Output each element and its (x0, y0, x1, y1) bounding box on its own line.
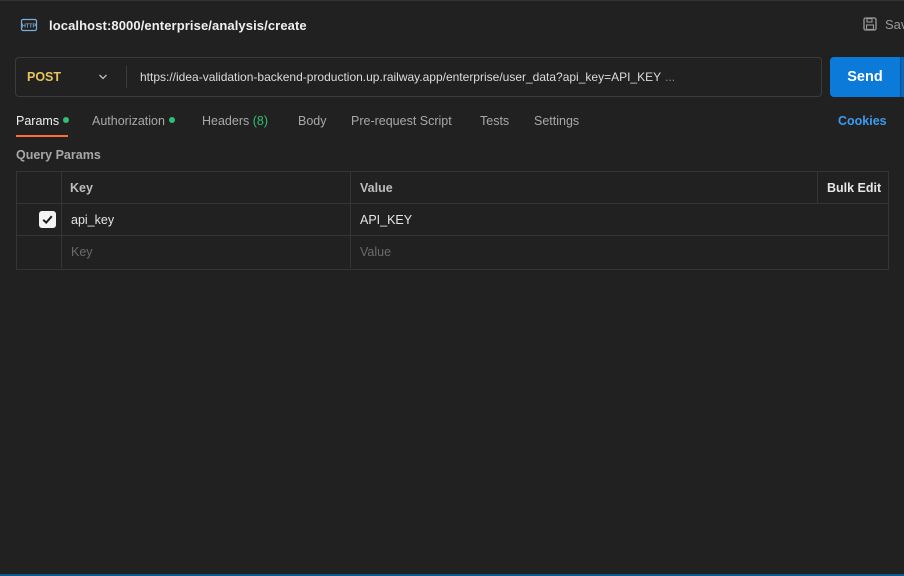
tab-params[interactable]: Params (16, 114, 70, 128)
tab-authorization-label: Authorization (92, 114, 165, 128)
send-options-button[interactable] (900, 57, 904, 97)
column-divider (61, 236, 62, 268)
tab-settings[interactable]: Settings (534, 114, 579, 128)
tab-authorization[interactable]: Authorization (92, 114, 175, 128)
column-divider (350, 204, 351, 235)
method-label: POST (27, 70, 62, 84)
cookies-link[interactable]: Cookies (838, 114, 887, 128)
params-status-dot (63, 117, 70, 123)
tab-tests[interactable]: Tests (480, 114, 509, 128)
request-title[interactable]: localhost:8000/enterprise/analysis/creat… (49, 18, 307, 33)
column-divider (350, 236, 351, 268)
chevron-down-icon[interactable] (98, 73, 108, 81)
svg-text:HTTP: HTTP (22, 24, 37, 30)
save-icon (863, 17, 877, 31)
tab-body[interactable]: Body (298, 114, 327, 128)
url-overflow: ... (665, 70, 676, 84)
method-select[interactable]: POST (16, 58, 126, 96)
tab-params-label: Params (16, 114, 60, 128)
tab-pre-request-script[interactable]: Pre-request Script (351, 114, 452, 128)
save-label: Save (885, 16, 904, 32)
column-header-value: Value (360, 181, 393, 195)
check-icon (42, 215, 53, 225)
request-editor: HTTP localhost:8000/enterprise/analysis/… (0, 0, 904, 576)
column-divider (817, 172, 818, 203)
table-row: api_key API_KEY (17, 204, 888, 236)
http-icon: HTTP (20, 18, 38, 32)
column-header-key: Key (70, 181, 93, 195)
authorization-status-dot (168, 117, 175, 123)
param-value-cell[interactable]: API_KEY (360, 213, 412, 227)
active-tab-indicator (16, 135, 68, 137)
tab-headers[interactable]: Headers (8) (202, 114, 268, 128)
tab-headers-label: Headers (202, 114, 250, 128)
table-header-row: Key Value Bulk Edit (17, 172, 888, 204)
query-params-title: Query Params (16, 148, 101, 162)
request-title-bar: HTTP localhost:8000/enterprise/analysis/… (0, 1, 904, 51)
params-table: Key Value Bulk Edit api_key API_KEY Key … (16, 171, 889, 270)
url-bar: POST https://idea-validation-backend-pro… (15, 57, 822, 97)
new-key-input[interactable]: Key (71, 245, 93, 259)
url-value: https://idea-validation-backend-producti… (140, 70, 662, 84)
request-tabs: Params Authorization Headers (8) Body Pr… (0, 107, 904, 137)
column-divider (61, 204, 62, 235)
column-divider (61, 172, 62, 203)
url-input[interactable]: https://idea-validation-backend-producti… (140, 70, 675, 84)
table-row-empty: Key Value (17, 236, 888, 268)
save-button[interactable]: Save (862, 16, 904, 32)
param-enabled-checkbox[interactable] (39, 211, 56, 228)
headers-count: (8) (252, 114, 269, 128)
bulk-edit-button[interactable]: Bulk Edit (827, 181, 881, 195)
column-divider (350, 172, 351, 203)
param-key-cell[interactable]: api_key (71, 213, 114, 227)
new-value-input[interactable]: Value (360, 245, 391, 259)
url-divider (126, 66, 127, 88)
send-button[interactable]: Send (830, 57, 900, 97)
